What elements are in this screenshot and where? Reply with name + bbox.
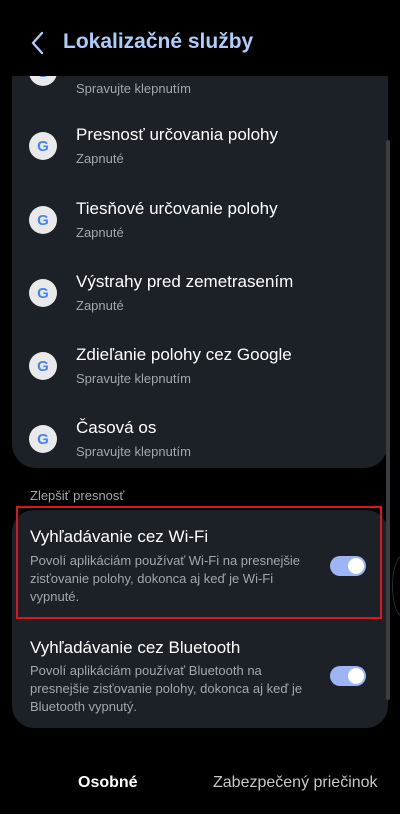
bluetooth-scanning-option[interactable]: Vyhľadávanie cez Bluetooth Povolí apliká… xyxy=(12,620,388,728)
list-item-subtitle: Spravujte klepnutím xyxy=(76,81,191,96)
google-icon: G xyxy=(29,279,57,307)
edge-panel-handle[interactable] xyxy=(392,555,400,617)
google-icon: G xyxy=(29,425,57,453)
list-item-location-accuracy[interactable]: G Presnosť určovania polohy Zapnuté xyxy=(12,113,388,186)
list-item-subtitle: Zapnuté xyxy=(76,298,124,313)
list-item-earthquake-alerts[interactable]: G Výstrahy pred zemetrasením Zapnuté xyxy=(12,260,388,333)
list-item-subtitle: Spravujte klepnutím xyxy=(76,371,191,386)
app-header: Lokalizačné služby xyxy=(0,0,400,80)
list-item-timeline[interactable]: G Časová os Spravujte klepnutím xyxy=(12,406,388,468)
list-item-subtitle: Spravujte klepnutím xyxy=(76,444,191,459)
list-item-emergency-location[interactable]: G Tiesňové určovanie polohy Zapnuté xyxy=(12,187,388,260)
list-item-title: Presnosť určovania polohy xyxy=(76,125,278,144)
scrollbar[interactable] xyxy=(386,140,390,700)
tab-personal[interactable]: Osobné xyxy=(78,774,138,792)
highlight-box xyxy=(16,506,382,619)
bluetooth-scanning-title: Vyhľadávanie cez Bluetooth xyxy=(30,638,241,657)
bluetooth-scanning-toggle[interactable] xyxy=(330,666,366,686)
location-services-list: G Spravujte klepnutím G Presnosť určovan… xyxy=(12,76,388,468)
section-header-improve-accuracy: Zlepšiť presnosť xyxy=(30,488,125,503)
google-icon: G xyxy=(29,76,57,86)
list-item-subtitle: Zapnuté xyxy=(76,151,124,166)
google-icon: G xyxy=(29,206,57,234)
list-item-title: Tiesňové určovanie polohy xyxy=(76,199,278,218)
list-item-location-sharing[interactable]: G Zdieľanie polohy cez Google Spravujte … xyxy=(12,333,388,406)
list-item-title: Výstrahy pred zemetrasením xyxy=(76,272,294,291)
back-arrow-icon[interactable] xyxy=(28,30,48,56)
google-icon: G xyxy=(29,132,57,160)
tab-secure-folder[interactable]: Zabezpečený priečinok xyxy=(213,774,378,792)
google-icon: G xyxy=(29,352,57,380)
bluetooth-scanning-description: Povolí aplikáciám používať Bluetooth na … xyxy=(30,663,303,714)
bottom-tab-bar: Osobné Zabezpečený priečinok xyxy=(0,760,400,814)
list-item-title: Časová os xyxy=(76,418,157,437)
list-item-title: Zdieľanie polohy cez Google xyxy=(76,345,292,364)
page-title: Lokalizačné služby xyxy=(63,30,254,53)
list-item-subtitle: Zapnuté xyxy=(76,225,124,240)
toggle-knob xyxy=(348,668,364,684)
list-item-partial[interactable]: G Spravujte klepnutím xyxy=(12,76,388,106)
